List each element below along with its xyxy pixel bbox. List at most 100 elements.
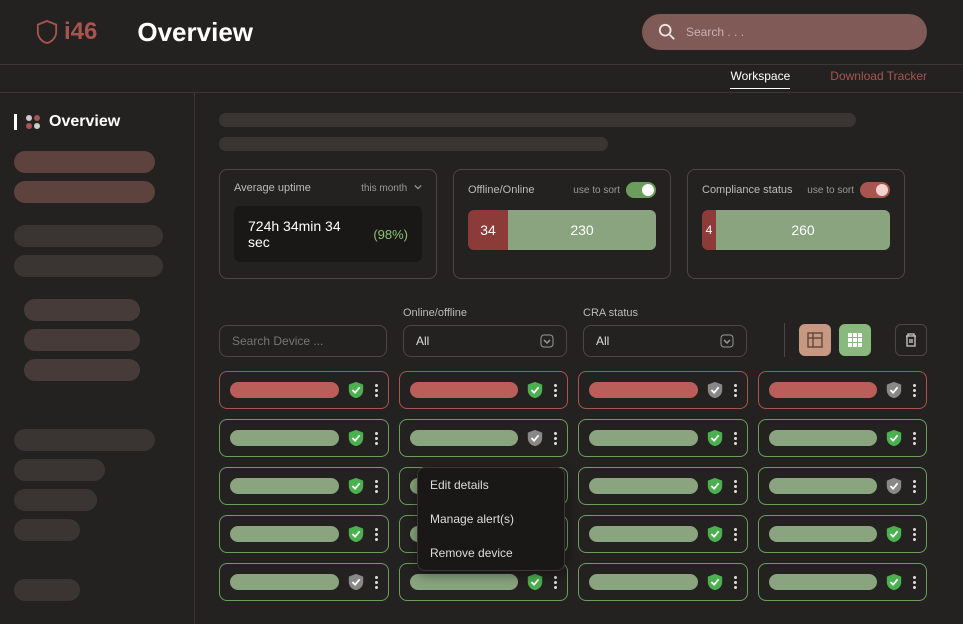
device-card[interactable]	[578, 563, 748, 601]
shield-check-icon	[526, 381, 544, 399]
sort-toggle[interactable]	[860, 182, 890, 198]
sort-toggle[interactable]	[626, 182, 656, 198]
device-name-placeholder	[230, 382, 339, 398]
brand-logo[interactable]: i46	[36, 18, 97, 46]
filter-label: Online/offline	[403, 307, 567, 319]
device-menu-button[interactable]	[373, 384, 380, 397]
device-menu-button[interactable]	[911, 528, 918, 541]
tab-download-tracker[interactable]: Download Tracker	[830, 69, 927, 88]
uptime-value: 724h 34min 34 sec	[248, 218, 363, 250]
device-name-placeholder	[589, 430, 698, 446]
device-search[interactable]	[219, 325, 387, 357]
device-menu-button[interactable]	[732, 576, 739, 589]
global-search-input[interactable]	[686, 25, 911, 39]
shield-check-icon	[706, 525, 724, 543]
device-search-input[interactable]	[232, 334, 387, 348]
delete-button[interactable]	[895, 324, 927, 356]
tab-workspace[interactable]: Workspace	[730, 69, 790, 89]
device-card[interactable]	[758, 371, 928, 409]
shield-check-icon	[706, 573, 724, 591]
filters: Online/offline All CRA status All	[219, 307, 927, 357]
sidebar-heading[interactable]: Overview	[14, 113, 180, 131]
content-heading-placeholder	[219, 113, 856, 127]
card-compliance-status: Compliance status use to sort 4 260	[687, 169, 905, 279]
device-name-placeholder	[589, 478, 698, 494]
device-card[interactable]	[578, 371, 748, 409]
device-menu-button[interactable]	[373, 528, 380, 541]
sidebar-item[interactable]	[14, 255, 163, 277]
shield-check-icon	[347, 381, 365, 399]
device-menu-button[interactable]	[373, 576, 380, 589]
device-menu-button[interactable]	[373, 432, 380, 445]
device-menu-button[interactable]	[373, 480, 380, 493]
online-filter-dropdown[interactable]: All	[403, 325, 567, 357]
sidebar-item[interactable]	[14, 459, 105, 481]
device-card[interactable]	[578, 467, 748, 505]
shield-check-icon	[706, 477, 724, 495]
device-name-placeholder	[769, 526, 878, 542]
card-title: Compliance status	[702, 184, 793, 196]
device-name-placeholder	[769, 430, 878, 446]
device-card[interactable]	[399, 371, 569, 409]
device-name-placeholder	[230, 526, 339, 542]
sidebar-item[interactable]	[14, 181, 155, 203]
device-menu-button[interactable]	[552, 576, 559, 589]
device-name-placeholder	[769, 478, 878, 494]
sidebar-active-indicator	[14, 114, 17, 130]
filter-label: CRA status	[583, 307, 747, 319]
grid-view-button[interactable]	[839, 324, 871, 356]
shield-check-icon	[347, 477, 365, 495]
device-menu-button[interactable]	[911, 432, 918, 445]
sidebar-item[interactable]	[14, 151, 155, 173]
device-menu-button[interactable]	[911, 576, 918, 589]
cra-filter-dropdown[interactable]: All	[583, 325, 747, 357]
device-card[interactable]	[219, 419, 389, 457]
sidebar-item[interactable]	[24, 359, 140, 381]
device-menu-button[interactable]	[732, 384, 739, 397]
sidebar-item[interactable]	[24, 329, 140, 351]
sidebar-item[interactable]	[14, 429, 155, 451]
menu-edit-details[interactable]: Edit details	[418, 468, 564, 502]
device-menu-button[interactable]	[552, 432, 559, 445]
device-name-placeholder	[589, 382, 698, 398]
sort-label: use to sort	[807, 185, 854, 196]
device-card[interactable]	[219, 563, 389, 601]
device-card[interactable]	[758, 515, 928, 553]
device-card[interactable]	[758, 467, 928, 505]
stats-cards: Average uptime this month 724h 34min 34 …	[219, 169, 927, 279]
device-card[interactable]	[219, 467, 389, 505]
device-name-placeholder	[769, 574, 878, 590]
device-context-menu: Edit details Manage alert(s) Remove devi…	[417, 467, 565, 571]
sidebar-item[interactable]	[14, 579, 80, 601]
global-search[interactable]	[642, 14, 927, 50]
device-menu-button[interactable]	[732, 432, 739, 445]
device-menu-button[interactable]	[732, 480, 739, 493]
menu-remove-device[interactable]: Remove device	[418, 536, 564, 570]
noncompliant-count: 4	[702, 210, 716, 250]
list-view-button[interactable]	[799, 324, 831, 356]
device-card[interactable]	[578, 419, 748, 457]
overview-icon	[25, 114, 41, 130]
sidebar-item[interactable]	[14, 519, 80, 541]
device-card[interactable]	[219, 371, 389, 409]
device-menu-button[interactable]	[552, 384, 559, 397]
device-menu-button[interactable]	[911, 480, 918, 493]
device-card[interactable]	[399, 419, 569, 457]
menu-manage-alerts[interactable]: Manage alert(s)	[418, 502, 564, 536]
device-card[interactable]	[758, 563, 928, 601]
topbar: i46 Overview	[0, 0, 963, 65]
sidebar-item[interactable]	[24, 299, 140, 321]
sidebar-item[interactable]	[14, 489, 97, 511]
device-menu-button[interactable]	[911, 384, 918, 397]
list-icon	[806, 331, 824, 349]
shield-check-icon	[706, 381, 724, 399]
device-card[interactable]	[578, 515, 748, 553]
card-title: Offline/Online	[468, 184, 534, 196]
device-card[interactable]	[758, 419, 928, 457]
sidebar-item[interactable]	[14, 225, 163, 247]
device-card[interactable]	[219, 515, 389, 553]
shield-check-icon	[706, 429, 724, 447]
device-name-placeholder	[230, 574, 339, 590]
device-menu-button[interactable]	[732, 528, 739, 541]
card-period[interactable]: this month	[361, 183, 422, 194]
